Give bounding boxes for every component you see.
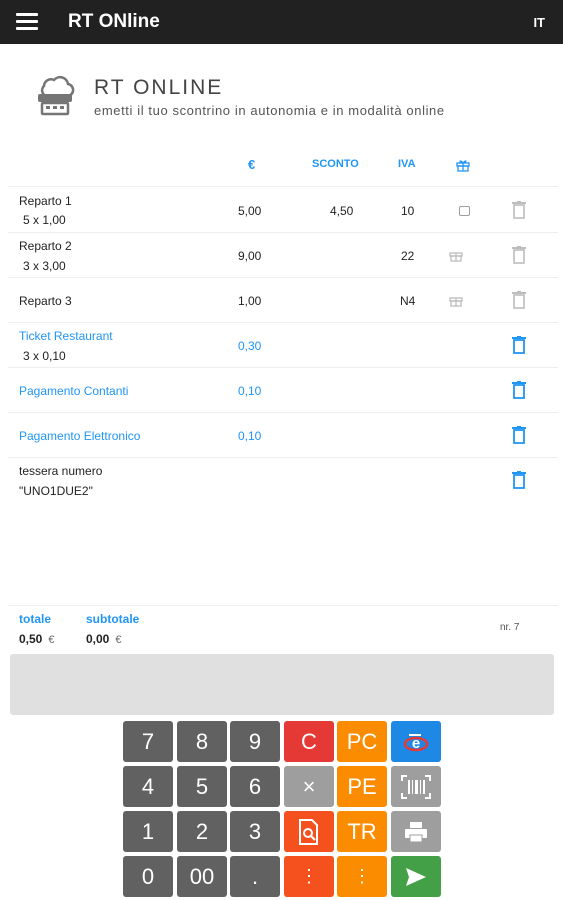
key-7[interactable]: 7 (123, 721, 173, 762)
trash-icon[interactable] (512, 201, 526, 219)
key-0[interactable]: 0 (123, 856, 173, 897)
row-amount: 0,10 (238, 384, 262, 398)
trash-icon[interactable] (512, 336, 526, 354)
row-card-number: "UNO1DUE2" (19, 484, 93, 498)
more-options-button[interactable]: ⋮ (284, 856, 334, 897)
row-amount: 0,10 (238, 429, 262, 443)
row-discount: 4,50 (330, 204, 354, 218)
language-selector[interactable]: IT (533, 15, 545, 30)
row-name: Pagamento Contanti (19, 384, 129, 398)
search-receipt-button[interactable] (284, 811, 334, 852)
total-label: totale (19, 612, 52, 626)
row-name: Ticket Restaurant (19, 329, 113, 343)
printer-icon (405, 821, 427, 842)
key-3[interactable]: 3 (230, 811, 280, 852)
cash-register-icon (38, 75, 75, 116)
item-count: nr. 7 (500, 622, 520, 633)
key-8[interactable]: 8 (177, 721, 227, 762)
clear-button[interactable]: C (284, 721, 334, 762)
row-quantity: 3 x 3,00 (23, 259, 66, 273)
key-00[interactable]: 00 (177, 856, 227, 897)
key-1[interactable]: 1 (123, 811, 173, 852)
app-bar: RT ONline IT (0, 0, 563, 44)
currency-symbol: € (48, 634, 55, 646)
key-5[interactable]: 5 (177, 766, 227, 807)
gift-checkbox[interactable] (459, 206, 470, 216)
total-amount: 0,50 (19, 632, 43, 646)
gift-icon[interactable] (449, 248, 463, 262)
key-6[interactable]: 6 (230, 766, 280, 807)
key-2[interactable]: 2 (177, 811, 227, 852)
more-payments-button[interactable]: ⋮ (337, 856, 387, 897)
column-vat-header: IVA (398, 158, 416, 170)
key-4[interactable]: 4 (123, 766, 173, 807)
lottery-receipt-button[interactable]: e (391, 721, 441, 762)
column-discount-header: SCONTO (312, 158, 359, 170)
gift-column-icon (456, 160, 470, 172)
row-amount: 1,00 (238, 294, 262, 308)
row-vat: N4 (400, 294, 416, 308)
page-title: RT ONLINE (94, 76, 224, 99)
trash-icon[interactable] (512, 426, 526, 444)
document-search-icon (299, 818, 318, 845)
row-name: Reparto 3 (19, 294, 72, 308)
receipt-row[interactable]: Ticket Restaurant 3 x 0,10 0,30 (8, 322, 558, 367)
currency-symbol: € (115, 634, 122, 646)
input-display[interactable] (10, 654, 554, 715)
print-button[interactable] (391, 811, 441, 852)
receipt-row[interactable]: Pagamento Elettronico 0,10 (8, 412, 558, 457)
svg-text:e: e (412, 735, 420, 752)
barcode-icon (401, 774, 431, 799)
row-quantity: 5 x 1,00 (23, 213, 66, 227)
barcode-scan-button[interactable] (391, 766, 441, 807)
row-quantity: 3 x 0,10 (23, 349, 66, 363)
trash-icon[interactable] (512, 291, 526, 309)
total-value: 0,50 € (19, 632, 54, 646)
column-price-header: € (248, 157, 256, 172)
receipt-row[interactable]: Reparto 2 3 x 3,00 9,00 22 (8, 232, 558, 277)
subtotal-label: subtotale (86, 612, 140, 626)
row-vat: 10 (401, 204, 415, 218)
trash-icon[interactable] (512, 471, 526, 489)
receipt-row[interactable]: Reparto 1 5 x 1,00 5,00 4,50 10 (8, 186, 558, 232)
row-name: Reparto 1 (19, 194, 72, 208)
send-button[interactable] (391, 856, 441, 897)
key-decimal[interactable]: . (230, 856, 280, 897)
app-title: RT ONline (68, 11, 160, 32)
row-vat: 22 (401, 249, 415, 263)
tr-button[interactable]: TR (337, 811, 387, 852)
row-amount: 5,00 (238, 204, 262, 218)
hamburger-menu-icon[interactable] (16, 13, 38, 31)
receipt-row[interactable]: Pagamento Contanti 0,10 (8, 367, 558, 412)
pc-button[interactable]: PC (337, 721, 387, 762)
row-name: Pagamento Elettronico (19, 429, 141, 443)
trash-icon[interactable] (512, 381, 526, 399)
key-9[interactable]: 9 (230, 721, 280, 762)
subtotal-amount: 0,00 (86, 632, 110, 646)
lottery-icon: e (403, 733, 429, 752)
receipt-row[interactable]: tessera numero "UNO1DUE2" (8, 457, 558, 507)
page-subtitle: emetti il tuo scontrino in autonomia e i… (94, 103, 445, 118)
totals-bar: totale 0,50 € subtotale 0,00 € nr. 7 (8, 605, 558, 650)
row-amount: 9,00 (238, 249, 262, 263)
gift-icon[interactable] (449, 293, 463, 307)
subtotal-value: 0,00 € (86, 632, 121, 646)
row-name: tessera numero (19, 464, 103, 478)
send-icon (406, 867, 426, 886)
row-name: Reparto 2 (19, 239, 72, 253)
receipt-row[interactable]: Reparto 3 1,00 N4 (8, 277, 558, 322)
trash-icon[interactable] (512, 246, 526, 264)
row-amount: 0,30 (238, 339, 262, 353)
pe-button[interactable]: PE (337, 766, 387, 807)
multiply-button[interactable]: × (284, 766, 334, 807)
